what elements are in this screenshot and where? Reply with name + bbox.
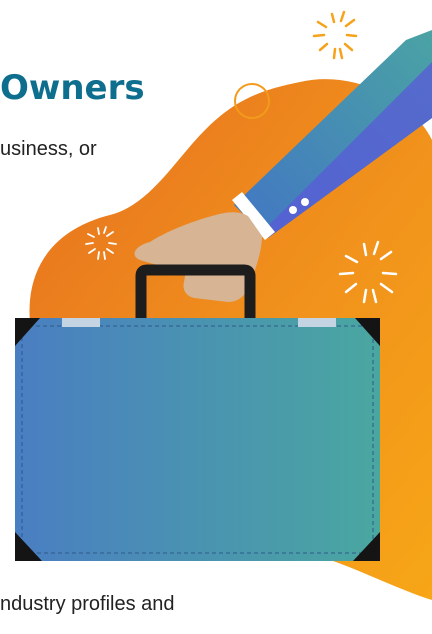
briefcase-body xyxy=(15,318,380,561)
briefcase-clip xyxy=(298,318,336,327)
sparkle-icon xyxy=(312,10,358,60)
page-heading: Owners xyxy=(0,68,145,108)
body-text-line: usiness, or xyxy=(0,138,97,160)
cuff-button-icon xyxy=(289,206,297,214)
body-text-line: ndustry profiles and xyxy=(0,593,175,615)
cuff-button-icon xyxy=(301,198,309,206)
briefcase-clip xyxy=(62,318,100,327)
